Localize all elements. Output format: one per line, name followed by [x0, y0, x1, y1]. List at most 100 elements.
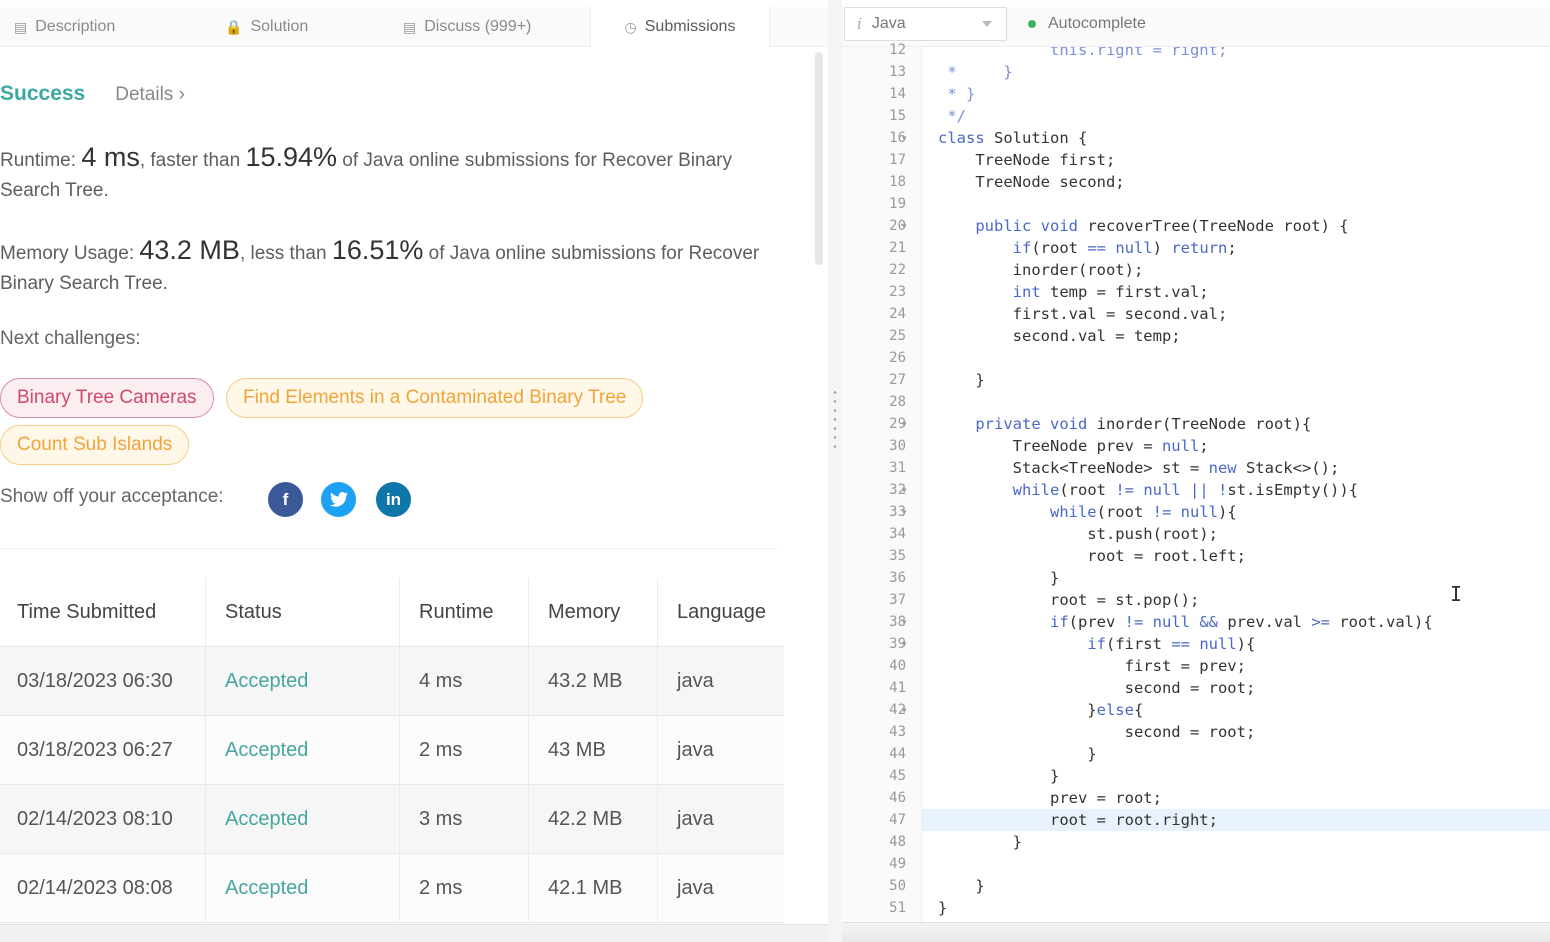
table-row[interactable]: 03/18/2023 06:27 Accepted 2 ms 43 MB jav… [0, 716, 784, 785]
table-row[interactable]: 02/14/2023 08:10 Accepted 3 ms 42.2 MB j… [0, 785, 784, 854]
description-icon: ▤ [14, 18, 28, 35]
drag-handle-icon[interactable] [833, 388, 837, 454]
line-number: 22 [889, 262, 906, 278]
code-line[interactable]: if(prev != null && prev.val >= root.val)… [922, 611, 1550, 633]
fold-arrow-icon[interactable]: ▾ [902, 479, 912, 501]
fold-arrow-icon[interactable]: ▾ [902, 633, 912, 655]
table-row[interactable]: 02/14/2023 08:08 Accepted 2 ms 42.1 MB j… [0, 854, 784, 923]
code-line[interactable]: } [922, 369, 1550, 391]
code-line[interactable]: while(root != null){ [922, 501, 1550, 523]
code-line[interactable]: first = prev; [922, 655, 1550, 677]
code-line[interactable]: second = root; [922, 677, 1550, 699]
details-link[interactable]: Details › [115, 84, 185, 106]
code-line[interactable]: * } [922, 61, 1550, 83]
code-line[interactable]: public void recoverTree(TreeNode root) { [922, 215, 1550, 237]
column-header[interactable]: Time Submitted [0, 578, 206, 646]
line-number: 24 [889, 306, 906, 322]
code-line[interactable]: root = root.left; [922, 545, 1550, 567]
language-select[interactable]: i Java [844, 7, 1007, 41]
code-line[interactable]: first.val = second.val; [922, 303, 1550, 325]
scrollbar[interactable] [815, 52, 823, 265]
fold-arrow-icon[interactable]: ▾ [902, 611, 912, 633]
code-line[interactable]: if(first == null){ [922, 633, 1550, 655]
line-number: 17 [889, 152, 906, 168]
line-number: 44 [889, 746, 906, 762]
code-line[interactable]: private void inorder(TreeNode root){ [922, 413, 1550, 435]
column-header[interactable]: Runtime [400, 578, 529, 646]
column-header[interactable]: Memory [529, 578, 658, 646]
line-number: 41 [889, 680, 906, 696]
code-line[interactable]: } [922, 897, 1550, 919]
code-line[interactable]: */ [922, 105, 1550, 127]
tab-label: Submissions [644, 18, 736, 35]
column-header[interactable]: Status [206, 578, 400, 646]
tab-discuss[interactable]: ▤ Discuss (999+) [403, 7, 531, 47]
status-link[interactable]: Accepted [206, 785, 400, 853]
code-line[interactable] [922, 347, 1550, 369]
code-editor-panel: i Java Autocomplete 12 13 14 15 16 ▾ 17 18 19 20 ▾… [842, 0, 1550, 942]
problem-panel: ▤ Description 🔒 Solution ▤ Discuss (999+… [0, 0, 828, 942]
clock-icon: ◷ [624, 18, 637, 35]
language-cell: java [677, 738, 714, 761]
code-line[interactable]: TreeNode first; [922, 149, 1550, 171]
status-link[interactable]: Accepted [206, 854, 400, 922]
facebook-icon[interactable]: f [268, 482, 303, 517]
runtime-cell: 2 ms [400, 716, 529, 784]
code-line[interactable]: TreeNode second; [922, 171, 1550, 193]
challenge-link[interactable]: Binary Tree Cameras [0, 378, 214, 418]
code-line[interactable] [922, 391, 1550, 413]
line-number: 34 [889, 526, 906, 542]
code-line[interactable]: } [922, 765, 1550, 787]
memory-cell: 42.2 MB [529, 785, 658, 853]
tab-description[interactable]: ▤ Description [14, 7, 115, 47]
challenge-link[interactable]: Find Elements in a Contaminated Binary T… [226, 378, 644, 418]
code-line[interactable]: second.val = temp; [922, 325, 1550, 347]
autocomplete-toggle[interactable]: Autocomplete [1028, 7, 1146, 41]
code-line[interactable]: while(root != null || !st.isEmpty()){ [922, 479, 1550, 501]
code-line[interactable]: if(root == null) return; [922, 237, 1550, 259]
text-cursor-icon: I [1450, 582, 1463, 606]
linkedin-icon[interactable]: in [376, 482, 411, 517]
fold-arrow-icon[interactable]: ▾ [902, 127, 912, 149]
fold-arrow-icon[interactable]: ▾ [902, 215, 912, 237]
fold-arrow-icon[interactable]: ▾ [902, 501, 912, 523]
code-line[interactable]: }else{ [922, 699, 1550, 721]
column-header[interactable]: Language [658, 578, 784, 646]
code-line[interactable]: class Solution { [922, 127, 1550, 149]
code-line[interactable]: second = root; [922, 721, 1550, 743]
fold-arrow-icon[interactable]: ▾ [902, 699, 912, 721]
pane-splitter[interactable] [828, 0, 842, 942]
line-number: 29 [889, 416, 906, 432]
code-line[interactable]: * } [922, 83, 1550, 105]
code-line[interactable] [922, 193, 1550, 215]
line-number: 28 [889, 394, 906, 410]
code-line[interactable]: this.right = right; [922, 47, 1550, 61]
line-number: 50 [889, 878, 906, 894]
language-cell: java [677, 876, 714, 899]
time-submitted: 03/18/2023 06:27 [0, 716, 206, 784]
code-line[interactable]: } [922, 875, 1550, 897]
code-line[interactable]: TreeNode prev = null; [922, 435, 1550, 457]
code-line[interactable]: st.push(root); [922, 523, 1550, 545]
code-line[interactable]: } [922, 831, 1550, 853]
table-row[interactable]: 03/18/2023 06:30 Accepted 4 ms 43.2 MB j… [0, 647, 784, 716]
code-line[interactable]: } [922, 743, 1550, 765]
code-line[interactable]: Stack<TreeNode> st = new Stack<>(); [922, 457, 1550, 479]
code-line[interactable]: int temp = first.val; [922, 281, 1550, 303]
runtime-percent: 15.94% [245, 142, 338, 172]
code-line[interactable]: root = root.right; [922, 809, 1550, 831]
line-number: 48 [889, 834, 906, 850]
tab-submissions[interactable]: ◷ Submissions [590, 7, 770, 47]
code-line[interactable]: inorder(root); [922, 259, 1550, 281]
discuss-icon: ▤ [403, 18, 417, 35]
line-number-gutter: 12 13 14 15 16 ▾ 17 18 19 20 ▾ 21 22 23 24 25 26 27 28 29 ▾ 3… [842, 42, 922, 942]
code-area[interactable]: this.right = right; * } * } */class Solu… [922, 47, 1550, 942]
fold-arrow-icon[interactable]: ▾ [902, 413, 912, 435]
tab-solution[interactable]: 🔒 Solution [225, 7, 308, 47]
challenge-link[interactable]: Count Sub Islands [0, 425, 190, 465]
code-line[interactable] [922, 853, 1550, 875]
status-link[interactable]: Accepted [206, 647, 400, 715]
status-link[interactable]: Accepted [206, 716, 400, 784]
twitter-icon[interactable] [321, 482, 356, 517]
code-line[interactable]: prev = root; [922, 787, 1550, 809]
